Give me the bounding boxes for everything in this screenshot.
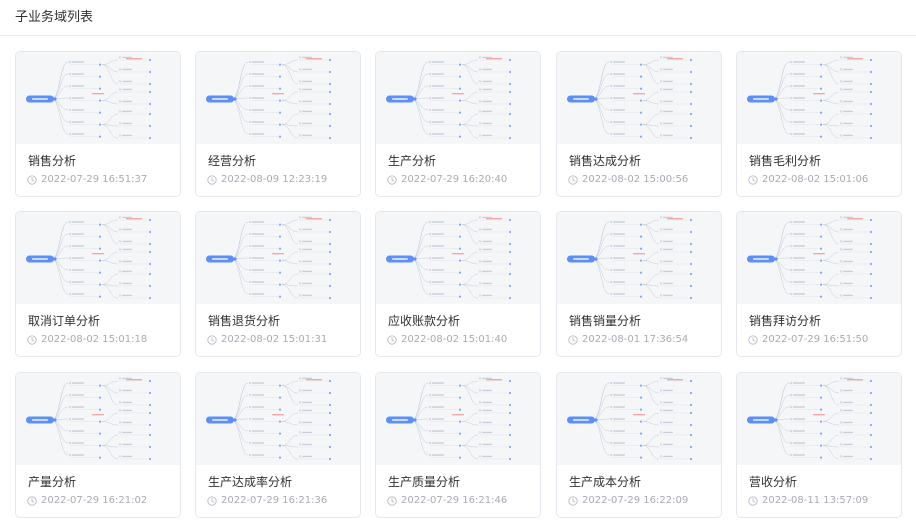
domain-card[interactable]: 销售退货分析 2022-08-02 15:01:31	[195, 211, 361, 357]
card-timestamp: 2022-07-29 16:21:36	[207, 494, 327, 508]
card-title: 销售退货分析	[208, 314, 281, 328]
card-time-text: 2022-07-29 16:22:09	[582, 495, 689, 506]
card-time-text: 2022-08-02 15:01:31	[221, 334, 328, 345]
clock-icon	[387, 175, 397, 185]
card-time-text: 2022-08-09 12:23:19	[221, 174, 328, 185]
mindmap-thumbnail	[196, 52, 360, 144]
clock-icon	[568, 496, 578, 506]
card-title: 应收账款分析	[388, 314, 461, 328]
card-title: 营收分析	[749, 475, 798, 489]
domain-card[interactable]: 取消订单分析 2022-08-02 15:01:18	[15, 211, 181, 357]
mindmap-thumbnail	[16, 373, 180, 465]
card-timestamp: 2022-07-29 16:21:02	[27, 494, 147, 508]
card-timestamp: 2022-07-29 16:51:50	[748, 333, 868, 347]
business-domain-grid: 销售分析 2022-07-29 16:51:37 经营分析 2022-08-09…	[0, 0, 916, 526]
card-timestamp: 2022-07-29 16:20:40	[387, 173, 507, 187]
domain-card[interactable]: 生产分析 2022-07-29 16:20:40	[375, 51, 541, 197]
clock-icon	[27, 335, 37, 345]
clock-icon	[207, 496, 217, 506]
clock-icon	[387, 335, 397, 345]
card-timestamp: 2022-07-29 16:51:37	[27, 173, 147, 187]
domain-card[interactable]: 生产质量分析 2022-07-29 16:21:46	[375, 372, 541, 518]
domain-card[interactable]: 销售拜访分析 2022-07-29 16:51:50	[736, 211, 902, 357]
card-title: 生产达成率分析	[208, 475, 293, 489]
card-title: 生产质量分析	[388, 475, 461, 489]
mindmap-thumbnail	[196, 373, 360, 465]
domain-card[interactable]: 营收分析 2022-08-11 13:57:09	[736, 372, 902, 518]
mindmap-thumbnail	[16, 212, 180, 304]
mindmap-thumbnail	[557, 212, 721, 304]
card-time-text: 2022-07-29 16:51:37	[41, 174, 148, 185]
mindmap-thumbnail	[557, 52, 721, 144]
mindmap-thumbnail	[737, 373, 901, 465]
card-title: 销售销量分析	[569, 314, 642, 328]
card-timestamp: 2022-08-02 15:00:56	[568, 173, 688, 187]
domain-card[interactable]: 生产达成率分析 2022-07-29 16:21:36	[195, 372, 361, 518]
card-timestamp: 2022-08-02 15:01:18	[27, 333, 147, 347]
clock-icon	[27, 175, 37, 185]
card-timestamp: 2022-07-29 16:21:46	[387, 494, 507, 508]
mindmap-thumbnail	[16, 52, 180, 144]
card-time-text: 2022-07-29 16:20:40	[401, 174, 508, 185]
card-title: 生产成本分析	[569, 475, 642, 489]
card-title: 销售分析	[28, 154, 77, 168]
card-title: 取消订单分析	[28, 314, 101, 328]
card-time-text: 2022-08-02 15:01:06	[762, 174, 869, 185]
card-title: 销售达成分析	[569, 154, 642, 168]
card-title: 销售毛利分析	[749, 154, 822, 168]
card-timestamp: 2022-08-11 13:57:09	[748, 494, 868, 508]
clock-icon	[387, 496, 397, 506]
domain-card[interactable]: 销售毛利分析 2022-08-02 15:01:06	[736, 51, 902, 197]
card-timestamp: 2022-08-01 17:36:54	[568, 333, 688, 347]
clock-icon	[748, 175, 758, 185]
clock-icon	[748, 335, 758, 345]
card-time-text: 2022-08-02 15:01:40	[401, 334, 508, 345]
card-timestamp: 2022-08-02 15:01:40	[387, 333, 507, 347]
card-title: 产量分析	[28, 475, 77, 489]
card-time-text: 2022-08-11 13:57:09	[762, 495, 869, 506]
card-time-text: 2022-07-29 16:21:36	[221, 495, 328, 506]
card-timestamp: 2022-08-09 12:23:19	[207, 173, 327, 187]
domain-card[interactable]: 应收账款分析 2022-08-02 15:01:40	[375, 211, 541, 357]
card-timestamp: 2022-08-02 15:01:06	[748, 173, 868, 187]
clock-icon	[568, 175, 578, 185]
clock-icon	[748, 496, 758, 506]
card-time-text: 2022-07-29 16:21:46	[401, 495, 508, 506]
card-time-text: 2022-08-02 15:01:18	[41, 334, 148, 345]
clock-icon	[207, 175, 217, 185]
domain-card[interactable]: 销售达成分析 2022-08-02 15:00:56	[556, 51, 722, 197]
card-title: 销售拜访分析	[749, 314, 822, 328]
domain-card[interactable]: 销售分析 2022-07-29 16:51:37	[15, 51, 181, 197]
card-time-text: 2022-08-01 17:36:54	[582, 334, 689, 345]
mindmap-thumbnail	[737, 52, 901, 144]
mindmap-thumbnail	[737, 212, 901, 304]
domain-card[interactable]: 经营分析 2022-08-09 12:23:19	[195, 51, 361, 197]
card-timestamp: 2022-07-29 16:22:09	[568, 494, 688, 508]
mindmap-thumbnail	[376, 373, 540, 465]
card-time-text: 2022-08-02 15:00:56	[582, 174, 689, 185]
domain-card[interactable]: 生产成本分析 2022-07-29 16:22:09	[556, 372, 722, 518]
mindmap-thumbnail	[557, 373, 721, 465]
clock-icon	[207, 335, 217, 345]
clock-icon	[27, 496, 37, 506]
card-timestamp: 2022-08-02 15:01:31	[207, 333, 327, 347]
card-time-text: 2022-07-29 16:21:02	[41, 495, 148, 506]
mindmap-thumbnail	[196, 212, 360, 304]
mindmap-thumbnail	[376, 52, 540, 144]
domain-card[interactable]: 产量分析 2022-07-29 16:21:02	[15, 372, 181, 518]
clock-icon	[568, 335, 578, 345]
card-time-text: 2022-07-29 16:51:50	[762, 334, 869, 345]
card-title: 经营分析	[208, 154, 257, 168]
mindmap-thumbnail	[376, 212, 540, 304]
card-title: 生产分析	[388, 154, 437, 168]
domain-card[interactable]: 销售销量分析 2022-08-01 17:36:54	[556, 211, 722, 357]
